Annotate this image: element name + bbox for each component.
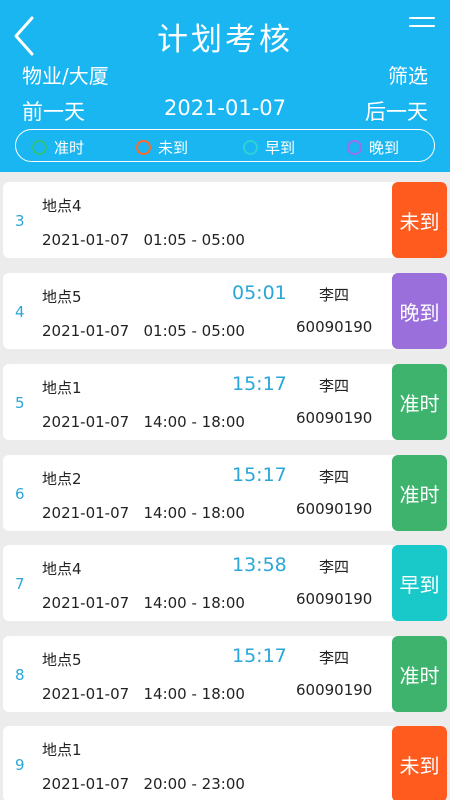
status-badge: 晚到 — [392, 273, 447, 349]
scheduled-window: 2021-01-07 01:05 - 05:00 — [42, 231, 245, 249]
record-date: 2021-01-07 — [42, 231, 130, 249]
record-date: 2021-01-07 — [42, 322, 130, 340]
person-name: 李四 — [319, 377, 350, 395]
person-id: 60090190 — [296, 409, 373, 427]
person-id: 60090190 — [296, 681, 373, 699]
circle-icon — [243, 140, 258, 155]
site-selector[interactable]: 物业/大厦 — [22, 60, 109, 89]
record-index: 5 — [15, 394, 25, 412]
person-name: 李四 — [319, 558, 350, 576]
scheduled-window: 2021-01-07 14:00 - 18:00 — [42, 413, 245, 431]
circle-icon — [136, 140, 151, 155]
record-place: 地点1 — [42, 379, 82, 397]
record-place: 地点5 — [42, 288, 82, 306]
circle-icon — [32, 140, 47, 155]
record-index: 9 — [15, 756, 25, 774]
record-place: 地点2 — [42, 470, 82, 488]
scheduled-window: 2021-01-07 14:00 - 18:00 — [42, 685, 245, 703]
scheduled-window: 2021-01-07 01:05 - 05:00 — [42, 322, 245, 340]
person-name: 李四 — [319, 286, 350, 304]
legend-item[interactable]: 准时 — [32, 137, 84, 158]
status-legend: 准时 未到 早到 晚到 — [15, 129, 435, 162]
person-id: 60090190 — [296, 500, 373, 518]
record-place: 地点5 — [42, 651, 82, 669]
record-date: 2021-01-07 — [42, 504, 130, 522]
filter-button[interactable]: 筛选 — [388, 60, 428, 89]
record-list[interactable]: 3 地点4 2021-01-07 01:05 - 05:00 未到 4 地点5 05:01 李… — [0, 172, 450, 800]
time-window: 14:00 - 18:00 — [143, 504, 245, 522]
list-item[interactable]: 5 地点1 15:17 李四 60090190 2021-01-07 14:00 - 18… — [3, 364, 447, 440]
checkin-time: 15:17 — [232, 464, 287, 486]
legend-label: 准时 — [54, 139, 85, 157]
legend-label: 早到 — [265, 139, 296, 157]
list-item[interactable]: 3 地点4 2021-01-07 01:05 - 05:00 未到 — [3, 182, 447, 258]
list-item[interactable]: 7 地点4 13:58 李四 60090190 2021-01-07 14:00 - 18… — [3, 545, 447, 621]
record-date: 2021-01-07 — [42, 775, 130, 793]
circle-icon — [347, 140, 362, 155]
legend-item[interactable]: 早到 — [243, 137, 295, 158]
person-id: 60090190 — [296, 590, 373, 608]
status-badge: 准时 — [392, 364, 447, 440]
person-id: 60090190 — [296, 318, 373, 336]
record-place: 地点4 — [42, 560, 82, 578]
record-index: 7 — [15, 575, 25, 593]
list-item[interactable]: 6 地点2 15:17 李四 60090190 2021-01-07 14:00 - 18… — [3, 455, 447, 531]
status-badge: 未到 — [392, 182, 447, 258]
time-window: 14:00 - 18:00 — [143, 685, 245, 703]
status-badge: 准时 — [392, 636, 447, 712]
person-name: 李四 — [319, 468, 350, 486]
legend-label: 未到 — [158, 139, 189, 157]
header-bar: 计划考核 物业/大厦 筛选 前一天 2021-01-07 后一天 准时 未到 早到晚… — [0, 0, 450, 172]
menu-icon[interactable] — [408, 14, 436, 30]
record-date: 2021-01-07 — [42, 413, 130, 431]
time-window: 20:00 - 23:00 — [143, 775, 245, 793]
legend-item[interactable]: 未到 — [136, 137, 188, 158]
list-item[interactable]: 8 地点5 15:17 李四 60090190 2021-01-07 14:00 - 18… — [3, 636, 447, 712]
record-place: 地点1 — [42, 741, 82, 759]
checkin-time: 05:01 — [232, 282, 287, 304]
checkin-time: 15:17 — [232, 645, 287, 667]
checkin-time: 15:17 — [232, 373, 287, 395]
scheduled-window: 2021-01-07 20:00 - 23:00 — [42, 775, 245, 793]
record-date: 2021-01-07 — [42, 594, 130, 612]
record-index: 3 — [15, 212, 25, 230]
time-window: 01:05 - 05:00 — [143, 322, 245, 340]
record-place: 地点4 — [42, 197, 82, 215]
scheduled-window: 2021-01-07 14:00 - 18:00 — [42, 594, 245, 612]
scheduled-window: 2021-01-07 14:00 - 18:00 — [42, 504, 245, 522]
record-index: 6 — [15, 485, 25, 503]
page-title: 计划考核 — [157, 22, 293, 58]
record-index: 4 — [15, 303, 25, 321]
list-item[interactable]: 4 地点5 05:01 李四 60090190 2021-01-07 01:05 - 05… — [3, 273, 447, 349]
person-name: 李四 — [319, 649, 350, 667]
next-day-button[interactable]: 后一天 — [365, 96, 428, 126]
time-window: 01:05 - 05:00 — [143, 231, 245, 249]
checkin-time: 13:58 — [232, 554, 287, 576]
record-index: 8 — [15, 666, 25, 684]
time-window: 14:00 - 18:00 — [143, 413, 245, 431]
legend-label: 晚到 — [369, 139, 400, 157]
status-badge: 未到 — [392, 726, 447, 800]
record-date: 2021-01-07 — [42, 685, 130, 703]
status-badge: 早到 — [392, 545, 447, 621]
time-window: 14:00 - 18:00 — [143, 594, 245, 612]
status-badge: 准时 — [392, 455, 447, 531]
legend-item[interactable]: 晚到 — [347, 137, 399, 158]
list-item[interactable]: 9 地点1 2021-01-07 20:00 - 23:00 未到 — [3, 726, 447, 800]
